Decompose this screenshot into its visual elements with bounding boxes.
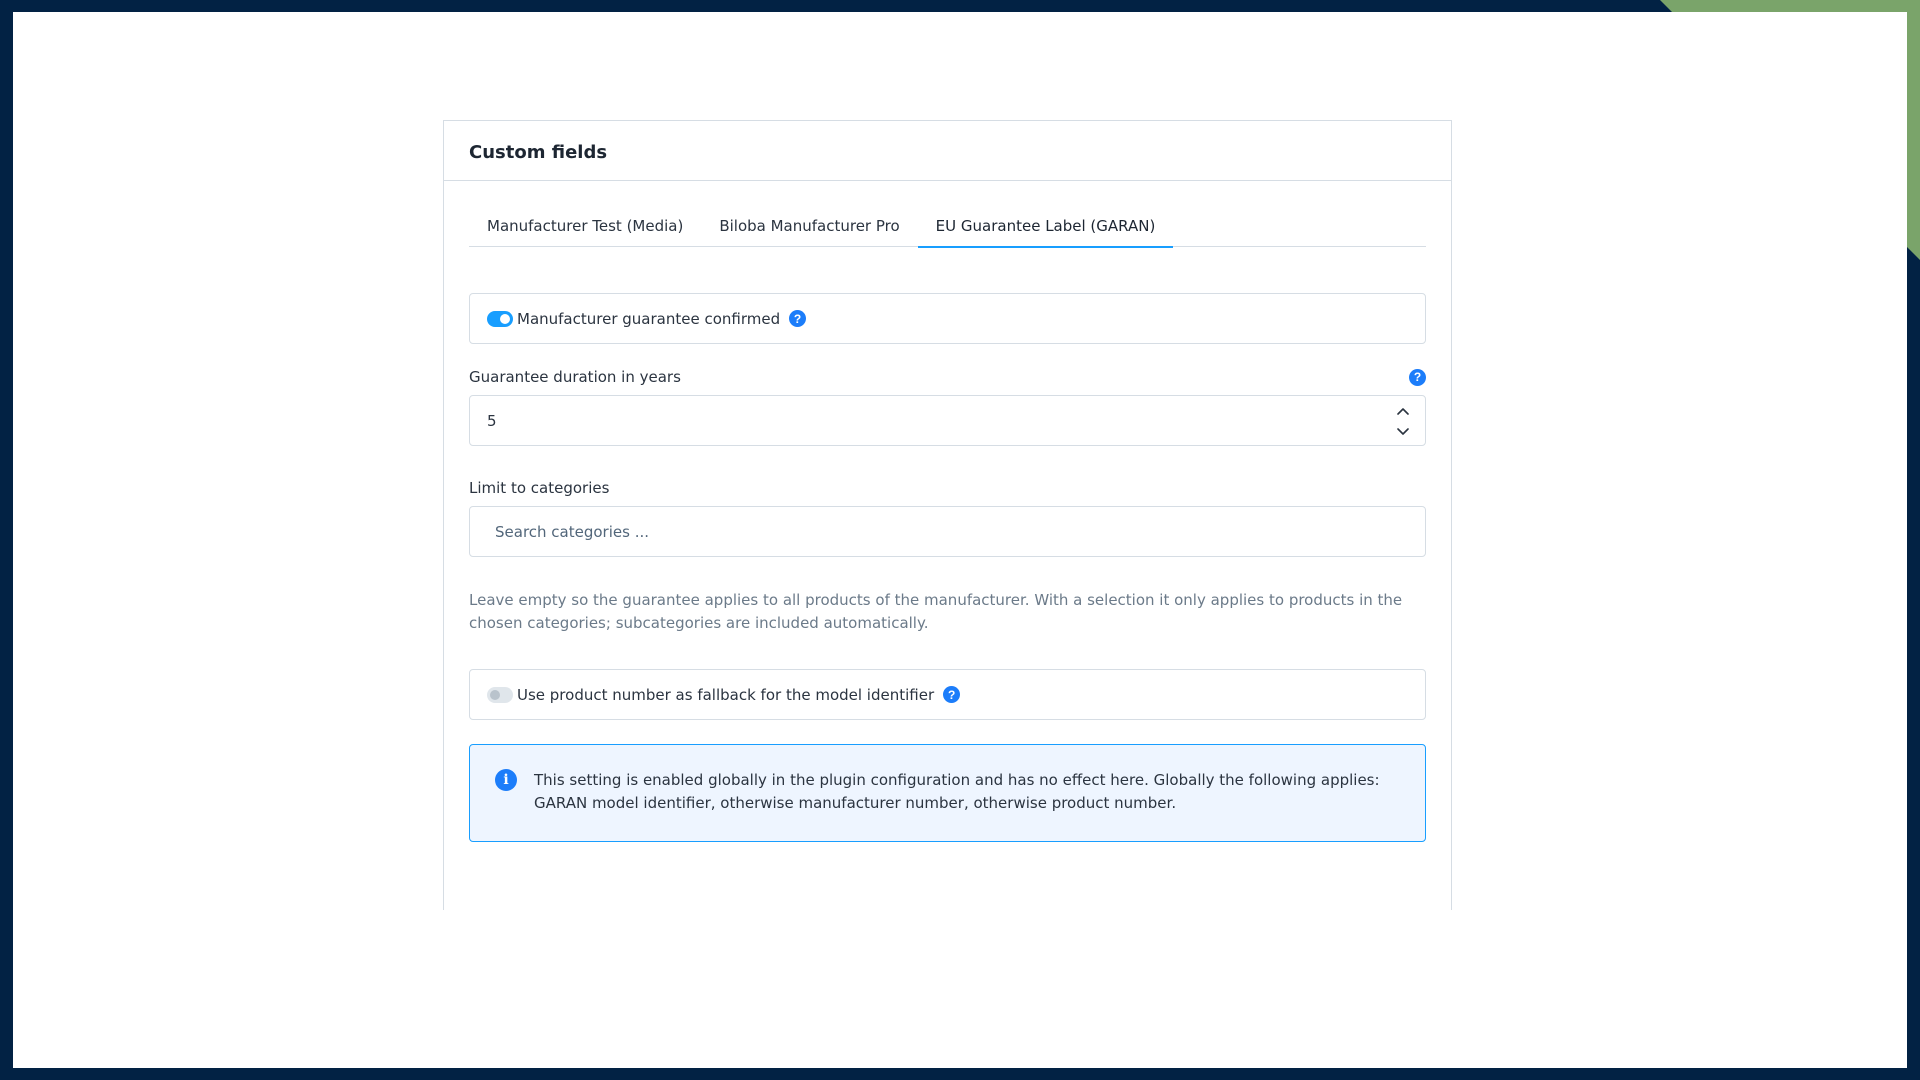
custom-fields-card: Custom fields Manufacturer Test (Media) … (443, 120, 1452, 910)
question-mark-icon[interactable]: ? (1409, 368, 1426, 386)
guarantee-duration-input[interactable]: 5 (469, 395, 1426, 446)
guarantee-confirmed-switch-field: Manufacturer guarantee confirmed ? (469, 293, 1426, 344)
guarantee-confirmed-label: Manufacturer guarantee confirmed (517, 309, 781, 328)
categories-label-row: Limit to categories (469, 478, 1426, 498)
chevron-up-icon[interactable] (1395, 402, 1411, 419)
info-alert: i This setting is enabled globally in th… (469, 744, 1426, 842)
categories-label: Limit to categories (469, 479, 610, 497)
guarantee-duration-label: Guarantee duration in years (469, 368, 681, 386)
question-mark-icon[interactable]: ? (943, 686, 961, 703)
categories-search-input[interactable] (469, 506, 1426, 557)
card-title: Custom fields (444, 121, 1451, 181)
categories-help-text: Leave empty so the guarantee applies to … (469, 591, 1403, 632)
product-number-fallback-toggle[interactable] (487, 686, 513, 703)
guarantee-confirmed-toggle[interactable] (487, 310, 513, 327)
number-stepper (1395, 402, 1411, 440)
custom-field-set-tabs: Manufacturer Test (Media) Biloba Manufac… (469, 181, 1426, 248)
info-icon: i (495, 769, 517, 791)
tab-eu-guarantee-label[interactable]: EU Guarantee Label (GARAN) (917, 205, 1174, 248)
chevron-down-icon[interactable] (1395, 423, 1411, 440)
tab-biloba-manufacturer-pro[interactable]: Biloba Manufacturer Pro (701, 205, 917, 247)
guarantee-duration-value: 5 (487, 411, 497, 430)
guarantee-duration-label-row: Guarantee duration in years ? (469, 367, 1426, 387)
question-mark-icon[interactable]: ? (789, 310, 807, 327)
alert-text: This setting is enabled globally in the … (534, 771, 1380, 812)
product-number-fallback-label: Use product number as fallback for the m… (517, 685, 935, 704)
tab-manufacturer-test-media[interactable]: Manufacturer Test (Media) (469, 205, 701, 247)
product-number-fallback-switch-field: Use product number as fallback for the m… (469, 669, 1426, 720)
card-body: Manufacturer Test (Media) Biloba Manufac… (444, 181, 1451, 842)
